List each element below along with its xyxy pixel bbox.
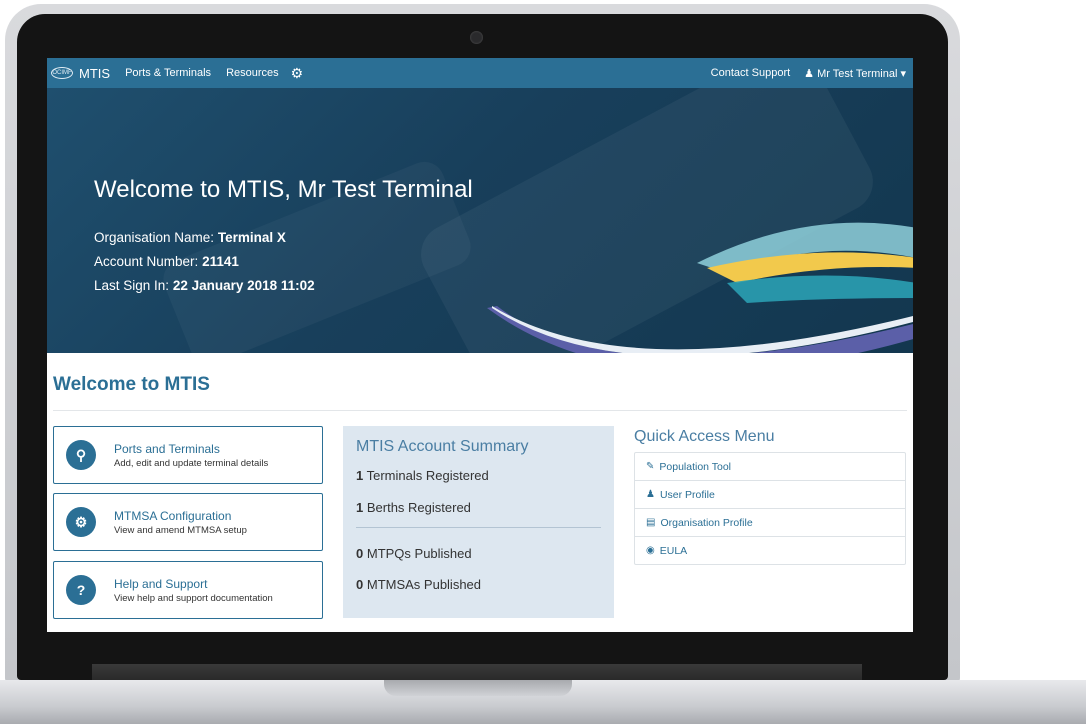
hero-title: Welcome to MTIS, Mr Test Terminal (94, 176, 473, 203)
org-name-value: Terminal X (217, 230, 286, 245)
camera-icon (470, 31, 483, 44)
summary-row-mtpqs: 0 MTPQs Published (356, 546, 472, 561)
qa-item-user-profile[interactable]: ♟ User Profile (635, 480, 905, 508)
org-name-label: Organisation Name: (94, 230, 215, 245)
main-content: Welcome to MTIS (47, 353, 913, 411)
account-number-value: 21141 (202, 254, 239, 269)
last-signin-line: Last Sign In: 22 January 2018 11:02 (94, 278, 315, 293)
summary-label: Berths Registered (366, 500, 471, 515)
caret-down-icon: ▾ (900, 67, 906, 80)
brand-swoosh-graphic (487, 222, 913, 353)
map-marker-icon: ⚲ (66, 440, 96, 470)
quick-access-menu: ✎ Population Tool ♟ User Profile ▤ Organ… (634, 452, 906, 565)
card-ports-terminals[interactable]: ⚲ Ports and Terminals Add, edit and upda… (53, 426, 323, 484)
hero-banner: Welcome to MTIS, Mr Test Terminal Organi… (47, 88, 913, 353)
brand[interactable]: OCIMF MTIS (51, 66, 110, 81)
summary-count: 1 (356, 468, 364, 483)
laptop-notch (384, 680, 572, 696)
screen: OCIMF MTIS Ports & Terminals Resources ⚙… (47, 58, 913, 632)
org-name-line: Organisation Name: Terminal X (94, 230, 286, 245)
top-navbar: OCIMF MTIS Ports & Terminals Resources ⚙… (47, 58, 913, 88)
card-desc: View and amend MTMSA setup (114, 524, 247, 536)
summary-count: 1 (356, 500, 364, 515)
brand-name: MTIS (79, 65, 111, 81)
user-icon: ♟ (646, 489, 655, 500)
account-number-line: Account Number: 21141 (94, 254, 239, 269)
question-icon: ? (66, 575, 96, 605)
account-summary-panel: MTIS Account Summary 1 Terminals Registe… (343, 426, 614, 618)
card-mtmsa-configuration[interactable]: ⚙ MTMSA Configuration View and amend MTM… (53, 493, 323, 551)
quick-access-title: Quick Access Menu (634, 428, 775, 445)
qa-item-organisation-profile[interactable]: ▤ Organisation Profile (635, 508, 905, 536)
card-title: Help and Support (114, 576, 208, 591)
summary-row-berths: 1 Berths Registered (356, 500, 471, 515)
qa-item-label: EULA (659, 544, 688, 557)
qa-item-label: User Profile (659, 488, 715, 501)
building-icon: ▤ (646, 517, 656, 528)
cogs-icon: ⚙ (66, 507, 96, 537)
card-desc: View help and support documentation (114, 592, 273, 604)
nav-right: Contact Support ♟ Mr Test Terminal ▾ (711, 67, 906, 80)
summary-label: Terminals Registered (366, 468, 489, 483)
ocimf-logo-icon: OCIMF (51, 67, 73, 79)
summary-row-terminals: 1 Terminals Registered (356, 468, 489, 483)
user-menu-label: Mr Test Terminal (817, 67, 898, 80)
summary-divider (356, 527, 601, 528)
nav-resources[interactable]: Resources (226, 67, 279, 79)
section-title: Welcome to MTIS (53, 353, 907, 411)
qa-item-population-tool[interactable]: ✎ Population Tool (635, 453, 905, 480)
card-desc: Add, edit and update terminal details (114, 457, 269, 469)
user-icon: ♟ (804, 67, 815, 80)
nav-ports-terminals[interactable]: Ports & Terminals (125, 67, 211, 79)
summary-count: 0 (356, 577, 364, 592)
last-signin-label: Last Sign In: (94, 278, 170, 293)
qa-item-eula[interactable]: ◉ EULA (635, 536, 905, 564)
wand-icon: ✎ (646, 461, 655, 472)
summary-label: MTPQs Published (366, 546, 472, 561)
summary-label: MTMSAs Published (366, 577, 482, 592)
card-title: Ports and Terminals (114, 441, 220, 456)
last-signin-value: 22 January 2018 11:02 (172, 278, 315, 293)
eye-icon: ◉ (646, 545, 655, 556)
qa-item-label: Population Tool (659, 460, 732, 473)
user-menu[interactable]: ♟ Mr Test Terminal ▾ (804, 67, 906, 80)
summary-count: 0 (356, 546, 364, 561)
card-title: MTMSA Configuration (114, 508, 232, 523)
account-number-label: Account Number: (94, 254, 199, 269)
summary-title: MTIS Account Summary (356, 438, 529, 455)
summary-row-mtmsas: 0 MTMSAs Published (356, 577, 481, 592)
gear-icon[interactable]: ⚙ (291, 65, 304, 82)
contact-support-link[interactable]: Contact Support (711, 67, 791, 79)
card-help-support[interactable]: ? Help and Support View help and support… (53, 561, 323, 619)
qa-item-label: Organisation Profile (660, 516, 753, 529)
